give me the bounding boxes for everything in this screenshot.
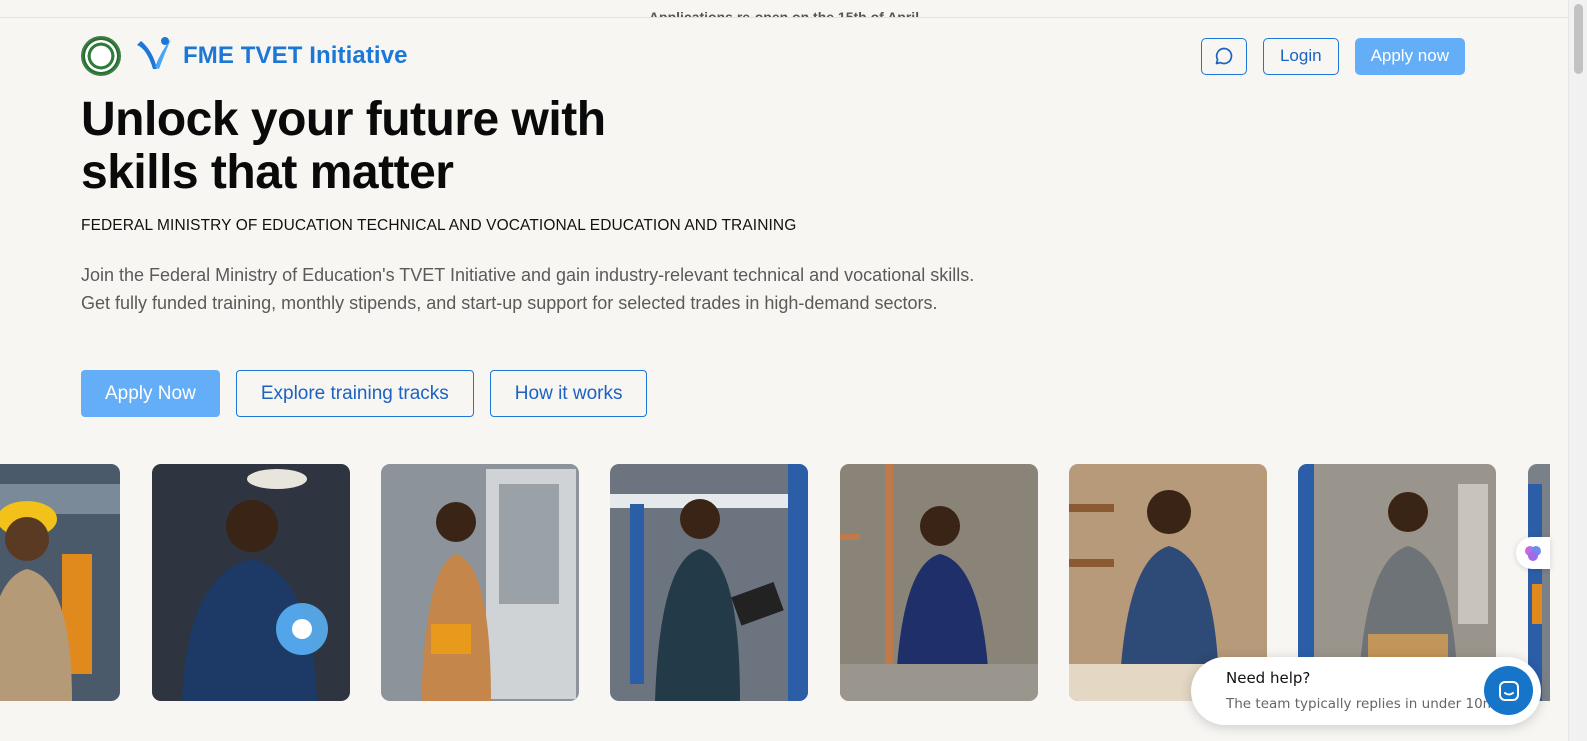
announcement-text: Applications re-open on the 15th of Apri… bbox=[648, 9, 920, 18]
hero-description-line-2: Get fully funded training, monthly stipe… bbox=[81, 293, 938, 313]
hero-title-line-1: Unlock your future with bbox=[81, 93, 606, 146]
site-header: FME TVET Initiative Login Apply now bbox=[81, 34, 1465, 78]
chat-button[interactable] bbox=[1200, 37, 1247, 75]
mechanic-diagnostics-photo bbox=[610, 464, 808, 701]
chat-bubble-icon bbox=[1215, 47, 1233, 65]
electrician-photo bbox=[381, 464, 579, 701]
tvet-logo-icon bbox=[137, 37, 171, 69]
header-actions: Login Apply now bbox=[1200, 37, 1465, 75]
page-scrollbar[interactable] bbox=[1568, 0, 1587, 741]
hero-title-line-2: skills that matter bbox=[81, 146, 454, 199]
workshop-photo bbox=[1528, 464, 1550, 701]
help-title: Need help? bbox=[1226, 669, 1311, 687]
hero-description-line-1: Join the Federal Ministry of Education's… bbox=[81, 265, 975, 285]
messenger-icon bbox=[1498, 680, 1519, 701]
announcement-bar: Applications re-open on the 15th of Apri… bbox=[0, 0, 1568, 18]
login-button[interactable]: Login bbox=[1262, 37, 1339, 75]
help-subtitle: The team typically replies in under 10m bbox=[1226, 696, 1496, 712]
apply-now-cta[interactable]: Apply Now bbox=[81, 370, 220, 417]
hero-subheading: FEDERAL MINISTRY OF EDUCATION TECHNICAL … bbox=[81, 217, 797, 234]
plumber-photo bbox=[840, 464, 1038, 701]
scrollbar-thumb[interactable] bbox=[1574, 4, 1583, 74]
hero-title: Unlock your future with skills that matt… bbox=[81, 93, 606, 199]
hero-description: Join the Federal Ministry of Education's… bbox=[81, 261, 1061, 317]
brand[interactable]: FME TVET Initiative bbox=[81, 33, 408, 79]
coat-of-arms-icon bbox=[81, 36, 121, 76]
help-widget[interactable]: Need help? The team typically replies in… bbox=[1191, 657, 1541, 725]
factory-worker-photo bbox=[0, 464, 120, 701]
ai-assistant-badge[interactable] bbox=[1516, 537, 1550, 569]
apply-now-button[interactable]: Apply now bbox=[1354, 37, 1465, 75]
messenger-button[interactable] bbox=[1484, 666, 1533, 715]
cta-row: Apply Now Explore training tracks How it… bbox=[81, 370, 648, 417]
explore-training-tracks-button[interactable]: Explore training tracks bbox=[235, 370, 474, 417]
brand-name: FME TVET Initiative bbox=[183, 42, 408, 69]
welder-photo bbox=[152, 464, 350, 701]
brain-icon bbox=[1525, 546, 1541, 561]
how-it-works-button[interactable]: How it works bbox=[489, 370, 648, 417]
